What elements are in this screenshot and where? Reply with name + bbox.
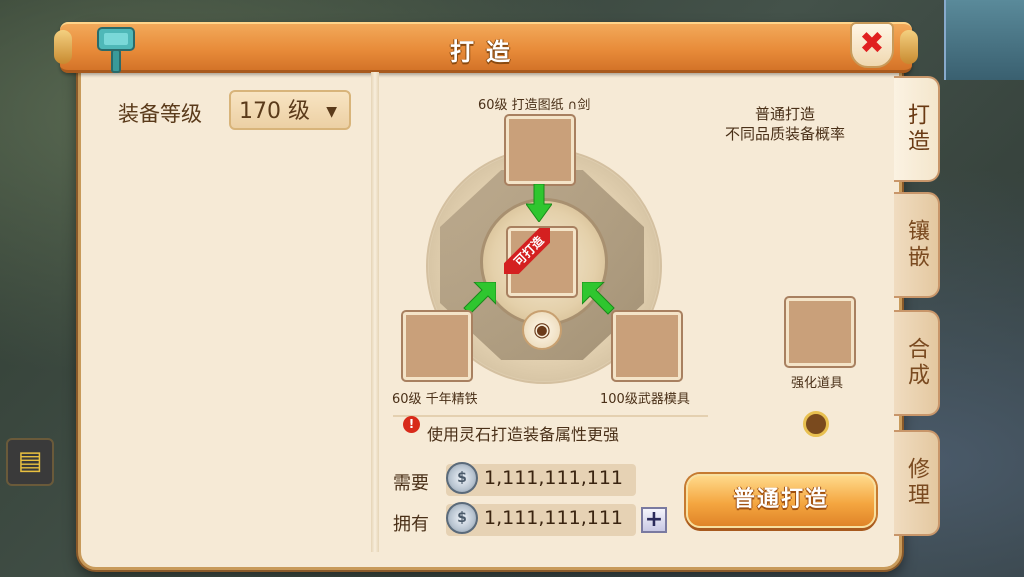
close-button[interactable]: ✖: [850, 22, 894, 68]
arrow-up-right-icon: [463, 282, 496, 315]
silver-coin-icon: $: [446, 462, 478, 494]
forge-mode-title: 普通打造: [754, 105, 815, 123]
tab-forge[interactable]: 打造: [894, 76, 940, 182]
normal-forge-button[interactable]: 普通打造: [686, 474, 876, 528]
mold-caption: 100级武器模具: [600, 392, 690, 407]
craftable-ribbon: 可打造: [504, 228, 550, 274]
spirit-stone-hint: 使用灵石打造装备属性更强: [427, 425, 620, 444]
arrow-up-left-icon: [582, 282, 615, 315]
warning-icon: !: [403, 416, 420, 433]
tab-inlay[interactable]: 镶嵌: [894, 192, 940, 298]
required-label: 需要: [393, 473, 429, 494]
silver-coin-icon: $: [446, 502, 478, 534]
hammer-icon: [97, 27, 135, 73]
material-caption: 60级 千年精铁: [392, 392, 478, 407]
required-cost-bar: $ 1,111,111,111: [446, 462, 636, 496]
panel-title: 打造: [450, 38, 522, 66]
owned-amount-bar: $ 1,111,111,111: [446, 502, 636, 536]
column-divider: [371, 72, 379, 552]
eye-icon[interactable]: ◉: [522, 310, 562, 350]
add-currency-button[interactable]: +: [641, 507, 667, 533]
owned-label: 拥有: [393, 514, 429, 535]
enhance-item-caption: 强化道具: [791, 376, 844, 391]
player-portrait-hud: [944, 0, 1024, 80]
chevron-down-icon: ▼: [326, 104, 337, 120]
forge-description[interactable]: 普通打造 不同品质装备概率: [712, 104, 858, 144]
blueprint-caption: 60级 打造图纸 ∩剑: [478, 98, 591, 113]
material-slot[interactable]: [403, 312, 471, 380]
enhance-toggle[interactable]: [803, 411, 829, 437]
tab-combine[interactable]: 合成: [894, 310, 940, 416]
title-bar: 打造: [54, 22, 918, 73]
close-icon: ✖: [859, 26, 885, 61]
level-value: 170 级: [239, 99, 310, 124]
arrow-down-icon: [526, 184, 552, 222]
enhance-item-slot[interactable]: [786, 298, 854, 366]
equipment-level-dropdown[interactable]: 170 级 ▼: [229, 90, 351, 130]
hint-divider: [393, 415, 708, 417]
equipment-level-label: 装备等级: [118, 102, 202, 126]
craftable-label: 可打造: [504, 228, 550, 274]
required-cost-value: 1,111,111,111: [484, 467, 624, 489]
owned-amount-value: 1,111,111,111: [484, 507, 624, 529]
blueprint-slot[interactable]: [506, 116, 574, 184]
chat-icon[interactable]: ▤: [6, 438, 54, 486]
quality-probability-link: 不同品质装备概率: [724, 125, 845, 143]
mold-slot[interactable]: [613, 312, 681, 380]
tab-repair[interactable]: 修理: [894, 430, 940, 536]
